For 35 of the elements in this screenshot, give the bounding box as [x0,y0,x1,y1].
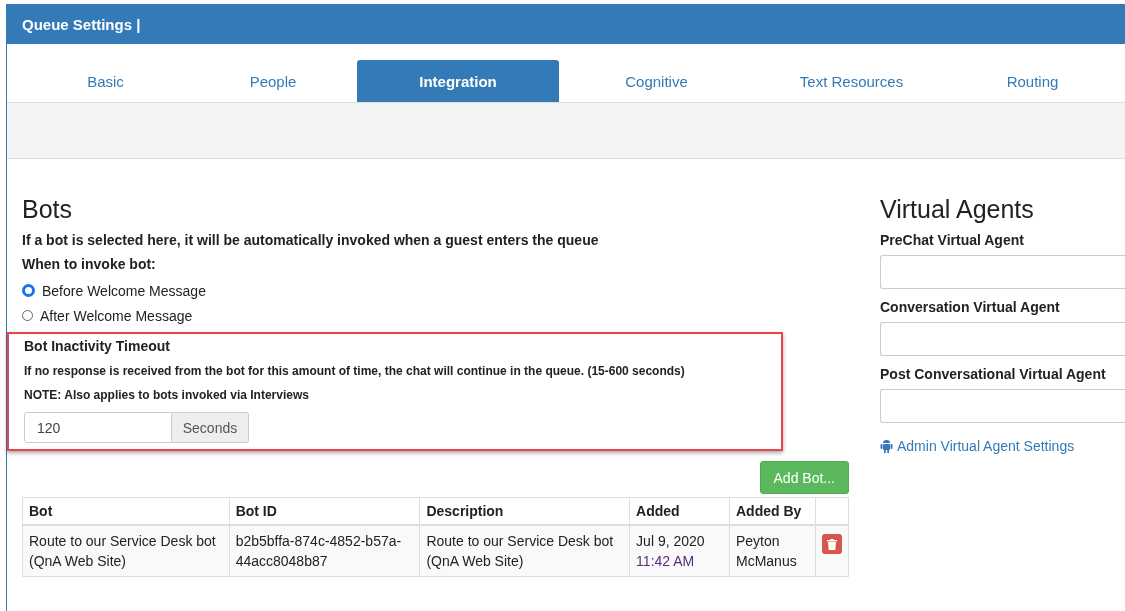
description-text: If a bot is selected here, it will be automatically invoked when a guest enters the queue [22,232,600,248]
timeout-input[interactable]: 120 [24,412,172,443]
trash-icon [827,538,837,550]
section-heading: Virtual Agents [880,195,1035,224]
tab[interactable]: Cognitive [559,60,754,102]
tab[interactable]: Basic [22,60,189,102]
table-cell: Route to our Service Desk bot (QnA Web Site) [22,525,230,577]
field-label: PreChat Virtual Agent [880,232,1025,248]
robot-icon [880,439,893,453]
add-bot-button[interactable]: Add Bot... [759,461,849,494]
timeout-text: If no response is received from the bot for this amount of time, the chat will continue in the queue. (15-600 seconds) [24,364,686,378]
table-cell: Route to our Service Desk bot (QnA Web Site) [419,525,630,577]
timeout-title: Bot Inactivity Timeout [24,338,171,354]
note-text: NOTE: Also applies to bots invoked via Interviews [24,388,310,402]
window-title: Queue Settings | [22,15,141,33]
input-field[interactable] [880,389,1125,423]
table-cell: Peyton McManus [729,525,816,577]
tab[interactable]: Text Resources [754,60,949,102]
seconds-addon: Seconds [172,412,249,443]
radio-button[interactable] [22,284,35,297]
field-label: Post Conversational Virtual Agent [880,366,1107,382]
tab[interactable]: Routing [949,60,1116,102]
input-field[interactable] [880,255,1125,289]
tab[interactable]: Integration [357,60,559,102]
invoke-label: When to invoke bot: [22,256,157,272]
admin-settings-link[interactable]: Admin Virtual Agent Settings [897,438,1075,454]
section-heading: Bots [22,195,74,224]
field-label: Conversation Virtual Agent [880,299,1061,315]
delete-button[interactable] [822,534,842,554]
table-cell: Jul 9, 2020 11:42 AM [629,525,730,577]
tab[interactable]: People [189,60,357,102]
input-field[interactable] [880,322,1125,356]
radio-label: Before Welcome Message [42,282,206,299]
radio-label: After Welcome Message [40,307,193,324]
table-cell: b2b5bffa-874c-4852-b57a-44acc8048b87 [229,525,420,577]
